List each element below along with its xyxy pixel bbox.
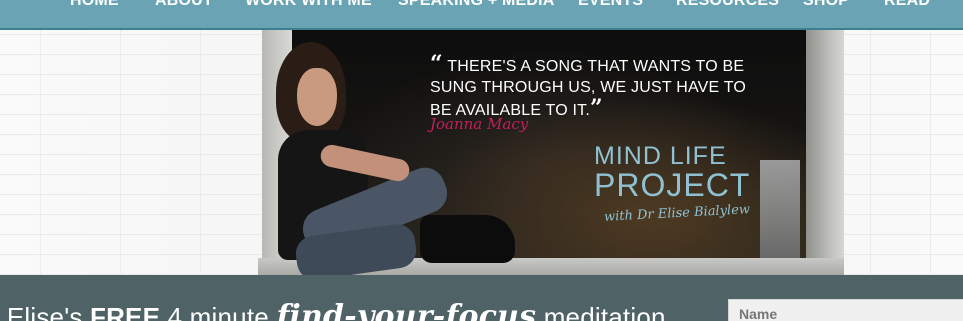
window-frame-right [806,30,844,262]
main-nav: HOME ABOUT WORK WITH ME SPEAKING + MEDIA… [0,0,963,30]
quote-close-icon: ” [590,95,603,121]
promo-prefix: t Elise's [0,302,90,321]
nav-item-about[interactable]: ABOUT [155,0,213,10]
optin-bar: t Elise's FREE 4 minute find-your-focus … [0,275,963,321]
hero-quote: “ There's a song that wants to be sung t… [430,51,750,121]
brick-line [870,30,871,275]
hero-banner: “ There's a song that wants to be sung t… [0,30,963,275]
nav-item-read[interactable]: READ [884,0,930,10]
window-light [760,160,800,260]
promo-free: FREE [90,302,161,321]
nav-item-resources[interactable]: RESOURCES [676,0,779,10]
quote-author: Joanna Macy [430,115,529,133]
nav-item-speaking-media[interactable]: SPEAKING + MEDIA [398,0,555,10]
quote-text: There's a song that wants to be sung thr… [430,58,747,119]
promo-middle: 4 minute [160,302,277,321]
quote-open-icon: “ [430,51,443,77]
nav-item-work-with-me[interactable]: WORK WITH ME [245,0,372,10]
nav-item-shop[interactable]: SHOP [803,0,849,10]
brick-line [930,30,931,275]
promo-suffix: meditation [536,302,666,321]
promo-script: find-your-focus [276,299,537,321]
nav-item-events[interactable]: EVENTS [578,0,643,10]
brick-line [40,30,41,275]
nav-item-home[interactable]: HOME [70,0,119,10]
logo-project: PROJECT [594,167,751,203]
name-input[interactable] [728,299,963,321]
portrait-boot [420,215,515,263]
logo-mind-life: MIND LIFE [594,142,727,170]
promo-heading: t Elise's FREE 4 minute find-your-focus … [0,299,666,321]
portrait-face [297,68,337,126]
brick-line [120,30,121,275]
brick-line [200,30,201,275]
